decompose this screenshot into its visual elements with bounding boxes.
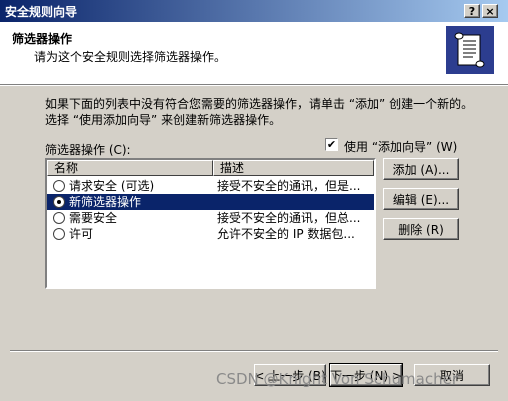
intro-line-1: 如果下面的列表中没有符合您需要的筛选器操作，请单击 “添加” 创建一个新的。 [45, 97, 474, 111]
use-wizard-checkbox[interactable]: ✔ [325, 138, 338, 151]
page-subtitle: 请为这个安全规则选择筛选器操作。 [34, 50, 227, 64]
footer-separator [10, 350, 498, 352]
column-header-name[interactable]: 名称 [47, 160, 213, 176]
item-name: 新筛选器操作 [69, 195, 142, 209]
list-item[interactable]: 许可 允许不安全的 IP 数据包... [47, 226, 374, 242]
delete-button[interactable]: 删除 (R) [383, 218, 459, 240]
edit-button[interactable]: 编辑 (E)... [383, 188, 459, 210]
item-description: 接受不安全的通讯，但总... [217, 211, 361, 225]
window-title: 安全规则向导 [5, 5, 78, 19]
item-name: 许可 [69, 227, 94, 241]
list-item[interactable]: 需要安全 接受不安全的通讯，但总... [47, 210, 374, 226]
help-icon: ? [468, 4, 476, 18]
item-name: 请求安全 (可选) [69, 179, 155, 193]
list-item[interactable]: 请求安全 (可选) 接受不安全的通讯，但是... [47, 178, 374, 194]
item-name: 需要安全 [69, 211, 118, 225]
close-icon: × [485, 4, 495, 18]
scroll-document-icon [446, 26, 494, 74]
add-button[interactable]: 添加 (A)... [383, 158, 459, 180]
watermark: CSDN @Knight Von Schumacher [216, 370, 459, 388]
close-button[interactable]: × [482, 4, 498, 18]
column-header-description[interactable]: 描述 [213, 160, 374, 176]
intro-line-2: 选择 “使用添加向导” 来创建新筛选器操作。 [45, 113, 282, 127]
filter-actions-label: 筛选器操作 (C): [45, 143, 131, 157]
title-bar[interactable]: 安全规则向导 ? × [0, 0, 508, 22]
checkmark-icon: ✔ [326, 138, 337, 151]
page-title: 筛选器操作 [12, 32, 73, 46]
item-description: 允许不安全的 IP 数据包... [217, 227, 355, 241]
radio-button[interactable] [53, 196, 65, 208]
filter-actions-list[interactable]: 名称 描述 请求安全 (可选) 接受不安全的通讯，但是... 新筛选器操作 需要… [45, 158, 376, 289]
use-wizard-label[interactable]: 使用 “添加向导” (W) [344, 138, 457, 155]
list-item[interactable]: 新筛选器操作 [47, 194, 374, 210]
intro-text: 如果下面的列表中没有符合您需要的筛选器操作，请单击 “添加” 创建一个新的。 选… [45, 96, 473, 128]
help-button[interactable]: ? [464, 4, 480, 18]
header-divider [0, 85, 508, 86]
item-description: 接受不安全的通讯，但是... [217, 179, 361, 193]
wizard-header: 筛选器操作 请为这个安全规则选择筛选器操作。 [0, 22, 508, 85]
radio-button[interactable] [53, 212, 65, 224]
radio-button[interactable] [53, 228, 65, 240]
radio-button[interactable] [53, 180, 65, 192]
